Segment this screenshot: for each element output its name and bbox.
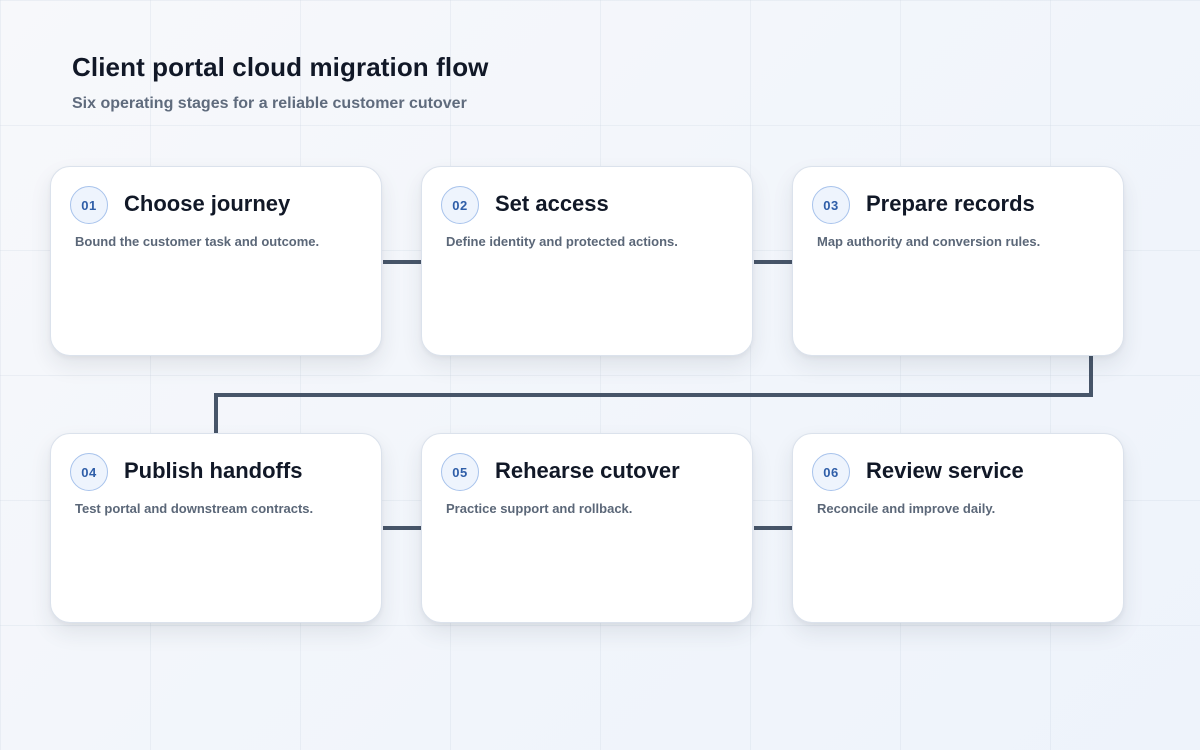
stage-description: Define identity and protected actions. <box>446 234 678 249</box>
stage-description: Practice support and rollback. <box>446 501 633 516</box>
stage-title: Rehearse cutover <box>495 458 680 483</box>
stage-description: Reconcile and improve daily. <box>817 501 996 516</box>
stage-number-badge: 05 <box>441 453 479 491</box>
stage-number-badge: 03 <box>812 186 850 224</box>
flow-connectors <box>214 260 1093 530</box>
stage-card-publish-handoffs: 04 Publish handoffs Test portal and down… <box>50 433 382 623</box>
stage-card-rehearse-cutover: 05 Rehearse cutover Practice support and… <box>421 433 753 623</box>
stage-number-badge: 01 <box>70 186 108 224</box>
stage-card-choose-journey: 01 Choose journey Bound the customer tas… <box>50 166 382 356</box>
stage-card-prepare-records: 03 Prepare records Map authority and con… <box>792 166 1124 356</box>
stage-title: Publish handoffs <box>124 458 303 483</box>
stage-title: Prepare records <box>866 191 1035 216</box>
stage-description: Map authority and conversion rules. <box>817 234 1041 249</box>
stage-title: Review service <box>866 458 1024 483</box>
stage-number-badge: 06 <box>812 453 850 491</box>
stage-card-set-access: 02 Set access Define identity and protec… <box>421 166 753 356</box>
connector-03-04 <box>214 356 1093 433</box>
stage-number-badge: 04 <box>70 453 108 491</box>
stage-description: Bound the customer task and outcome. <box>75 234 320 249</box>
stage-description: Test portal and downstream contracts. <box>75 501 314 516</box>
stage-title: Choose journey <box>124 191 291 216</box>
stage-number-badge: 02 <box>441 186 479 224</box>
stage-title: Set access <box>495 191 609 216</box>
stage-card-review-service: 06 Review service Reconcile and improve … <box>792 433 1124 623</box>
